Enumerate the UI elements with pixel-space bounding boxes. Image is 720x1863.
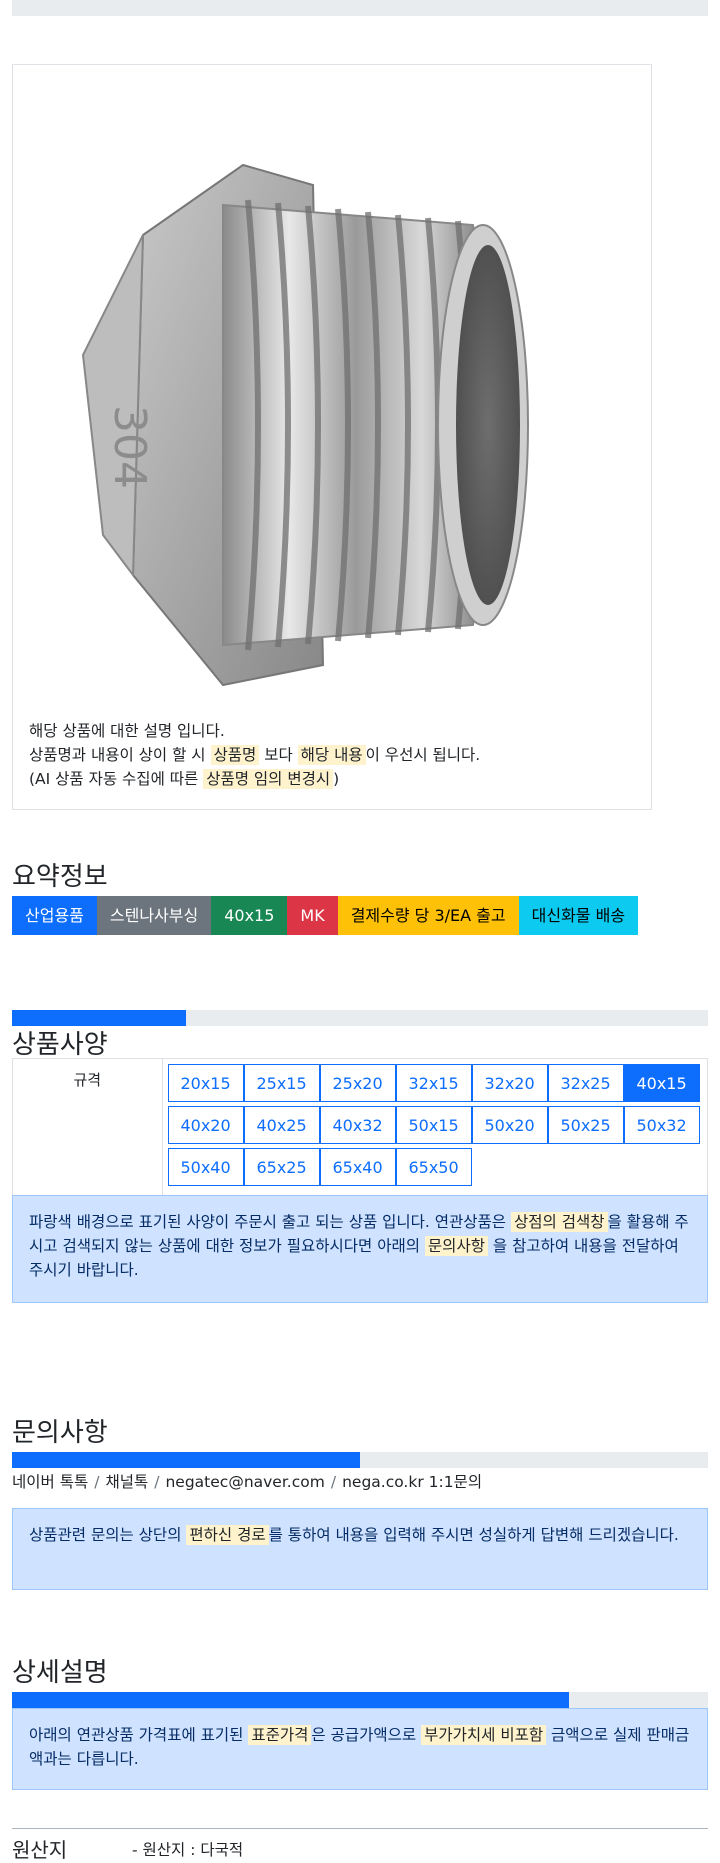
highlight-search: 상점의 검색창 bbox=[511, 1212, 608, 1232]
origin-value: - 원산지 : 다국적 bbox=[132, 1841, 244, 1859]
size-option-25x15[interactable]: 25x15 bbox=[243, 1064, 320, 1102]
contact-channel[interactable]: 네이버 톡톡 bbox=[12, 1473, 88, 1491]
summary-badge: MK bbox=[287, 896, 338, 935]
size-option-40x15[interactable]: 40x15 bbox=[623, 1064, 700, 1102]
description-text: 보다 bbox=[259, 746, 298, 764]
product-description: 해당 상품에 대한 설명 입니다. 상품명과 내용이 상이 할 시 상품명 보다… bbox=[29, 719, 639, 791]
description-line-3: (AI 상품 자동 수집에 따른 상품명 임의 변경시) bbox=[29, 767, 639, 791]
summary-badge: 산업용품 bbox=[12, 896, 97, 935]
highlight-inquiry: 문의사항 bbox=[424, 1236, 488, 1256]
description-text: ) bbox=[333, 770, 340, 788]
inquiry-progress-bar bbox=[12, 1452, 708, 1468]
size-option-65x50[interactable]: 65x50 bbox=[395, 1148, 472, 1186]
inquiry-progress-fill bbox=[12, 1452, 360, 1468]
summary-title: 요약정보 bbox=[12, 862, 108, 892]
description-text: 이 우선시 됩니다. bbox=[365, 746, 481, 764]
description-line-2: 상품명과 내용이 상이 할 시 상품명 보다 해당 내용 이 우선시 됩니다. bbox=[29, 743, 639, 767]
spec-notice: 파랑색 배경으로 표기된 사양이 주문시 출고 되는 상품 입니다. 연관상품은… bbox=[12, 1195, 708, 1303]
summary-badges: 산업용품 스텐나사부싱 40x15 MK 결제수량 당 3/EA 출고 대신화물 배송 bbox=[12, 896, 639, 935]
spec-progress-bar bbox=[12, 1010, 708, 1026]
size-option-65x25[interactable]: 65x25 bbox=[243, 1148, 320, 1186]
channel-separator: / bbox=[154, 1473, 160, 1491]
highlight-standard-price: 표준가격 bbox=[248, 1725, 312, 1745]
size-option-50x40[interactable]: 50x40 bbox=[167, 1148, 244, 1186]
product-image: 304 bbox=[81, 163, 529, 687]
contact-channel[interactable]: nega.co.kr 1:1문의 bbox=[342, 1473, 482, 1491]
top-progress-bar bbox=[12, 0, 708, 16]
contact-channel[interactable]: negatec@naver.com bbox=[165, 1473, 324, 1491]
notice-text: 파랑색 배경으로 표기된 사양이 주문시 출고 되는 상품 입니다. 연관상품은 bbox=[29, 1213, 511, 1231]
detail-progress-bar bbox=[12, 1692, 708, 1708]
highlight-vat: 부가가치세 비포함 bbox=[421, 1725, 547, 1745]
summary-badge: 대신화물 배송 bbox=[518, 896, 639, 935]
size-option-40x32[interactable]: 40x32 bbox=[319, 1106, 396, 1144]
contact-channel[interactable]: 채널톡 bbox=[105, 1473, 148, 1491]
size-option-50x32[interactable]: 50x32 bbox=[623, 1106, 700, 1144]
size-option-40x20[interactable]: 40x20 bbox=[167, 1106, 244, 1144]
size-option-40x25[interactable]: 40x25 bbox=[243, 1106, 320, 1144]
size-option-50x15[interactable]: 50x15 bbox=[395, 1106, 472, 1144]
size-options: 20x15 25x15 25x20 32x15 32x20 32x25 40x15 40x20… bbox=[163, 1059, 707, 1195]
detail-title: 상세설명 bbox=[12, 1658, 108, 1688]
origin-label: 원산지 bbox=[12, 1838, 68, 1862]
inquiry-title: 문의사항 bbox=[12, 1418, 108, 1448]
highlight-content: 해당 내용 bbox=[297, 745, 366, 765]
inquiry-notice: 상품관련 문의는 상단의 편하신 경로 를 통하여 내용을 입력해 주시면 성실하… bbox=[12, 1508, 708, 1590]
description-line-1: 해당 상품에 대한 설명 입니다. bbox=[29, 722, 225, 740]
summary-badge: 결제수량 당 3/EA 출고 bbox=[337, 896, 519, 935]
size-option-32x15[interactable]: 32x15 bbox=[395, 1064, 472, 1102]
spec-label: 규격 bbox=[13, 1059, 163, 1195]
notice-text: 를 통하여 내용을 입력해 주시면 성실하게 답변해 드리겠습니다. bbox=[268, 1526, 679, 1544]
channel-separator: / bbox=[330, 1473, 337, 1491]
notice-text: 은 공급가액으로 bbox=[311, 1726, 422, 1744]
size-option-50x25[interactable]: 50x25 bbox=[547, 1106, 624, 1144]
notice-text: 아래의 연관상품 가격표에 표기된 bbox=[29, 1726, 249, 1744]
size-option-20x15[interactable]: 20x15 bbox=[167, 1064, 244, 1102]
summary-badge: 스텐나사부싱 bbox=[96, 896, 212, 935]
size-option-32x25[interactable]: 32x25 bbox=[547, 1064, 624, 1102]
product-image-card: 304 해당 상품에 대한 설명 입니다. 상품명과 내용이 상이 할 시 상품… bbox=[12, 64, 652, 810]
size-option-32x20[interactable]: 32x20 bbox=[471, 1064, 548, 1102]
detail-notice: 아래의 연관상품 가격표에 표기된 표준가격 은 공급가액으로 부가가치세 비포함… bbox=[12, 1708, 708, 1790]
origin-divider bbox=[12, 1828, 708, 1829]
notice-text: 상품관련 문의는 상단의 bbox=[29, 1526, 187, 1544]
summary-badge: 40x15 bbox=[211, 896, 288, 935]
highlight-product-name: 상품명 bbox=[210, 745, 260, 765]
size-option-25x20[interactable]: 25x20 bbox=[319, 1064, 396, 1102]
detail-progress-fill bbox=[12, 1692, 569, 1708]
description-text: 상품명과 내용이 상이 할 시 bbox=[29, 746, 211, 764]
svg-text:304: 304 bbox=[104, 405, 155, 489]
size-option-65x40[interactable]: 65x40 bbox=[319, 1148, 396, 1186]
channel-separator: / bbox=[94, 1473, 100, 1491]
contact-channels: 네이버 톡톡 / 채널톡 / negatec@naver.com / nega.co.kr … bbox=[12, 1470, 482, 1492]
size-option-50x20[interactable]: 50x20 bbox=[471, 1106, 548, 1144]
description-text: (AI 상품 자동 수집에 따른 bbox=[29, 770, 204, 788]
spec-title: 상품사양 bbox=[12, 1030, 108, 1060]
spec-table: 규격 20x15 25x15 25x20 32x15 32x20 32x25 40x15 40… bbox=[12, 1058, 708, 1195]
highlight-route: 편하신 경로 bbox=[186, 1525, 269, 1545]
highlight-name-change: 상품명 임의 변경시 bbox=[203, 769, 334, 789]
